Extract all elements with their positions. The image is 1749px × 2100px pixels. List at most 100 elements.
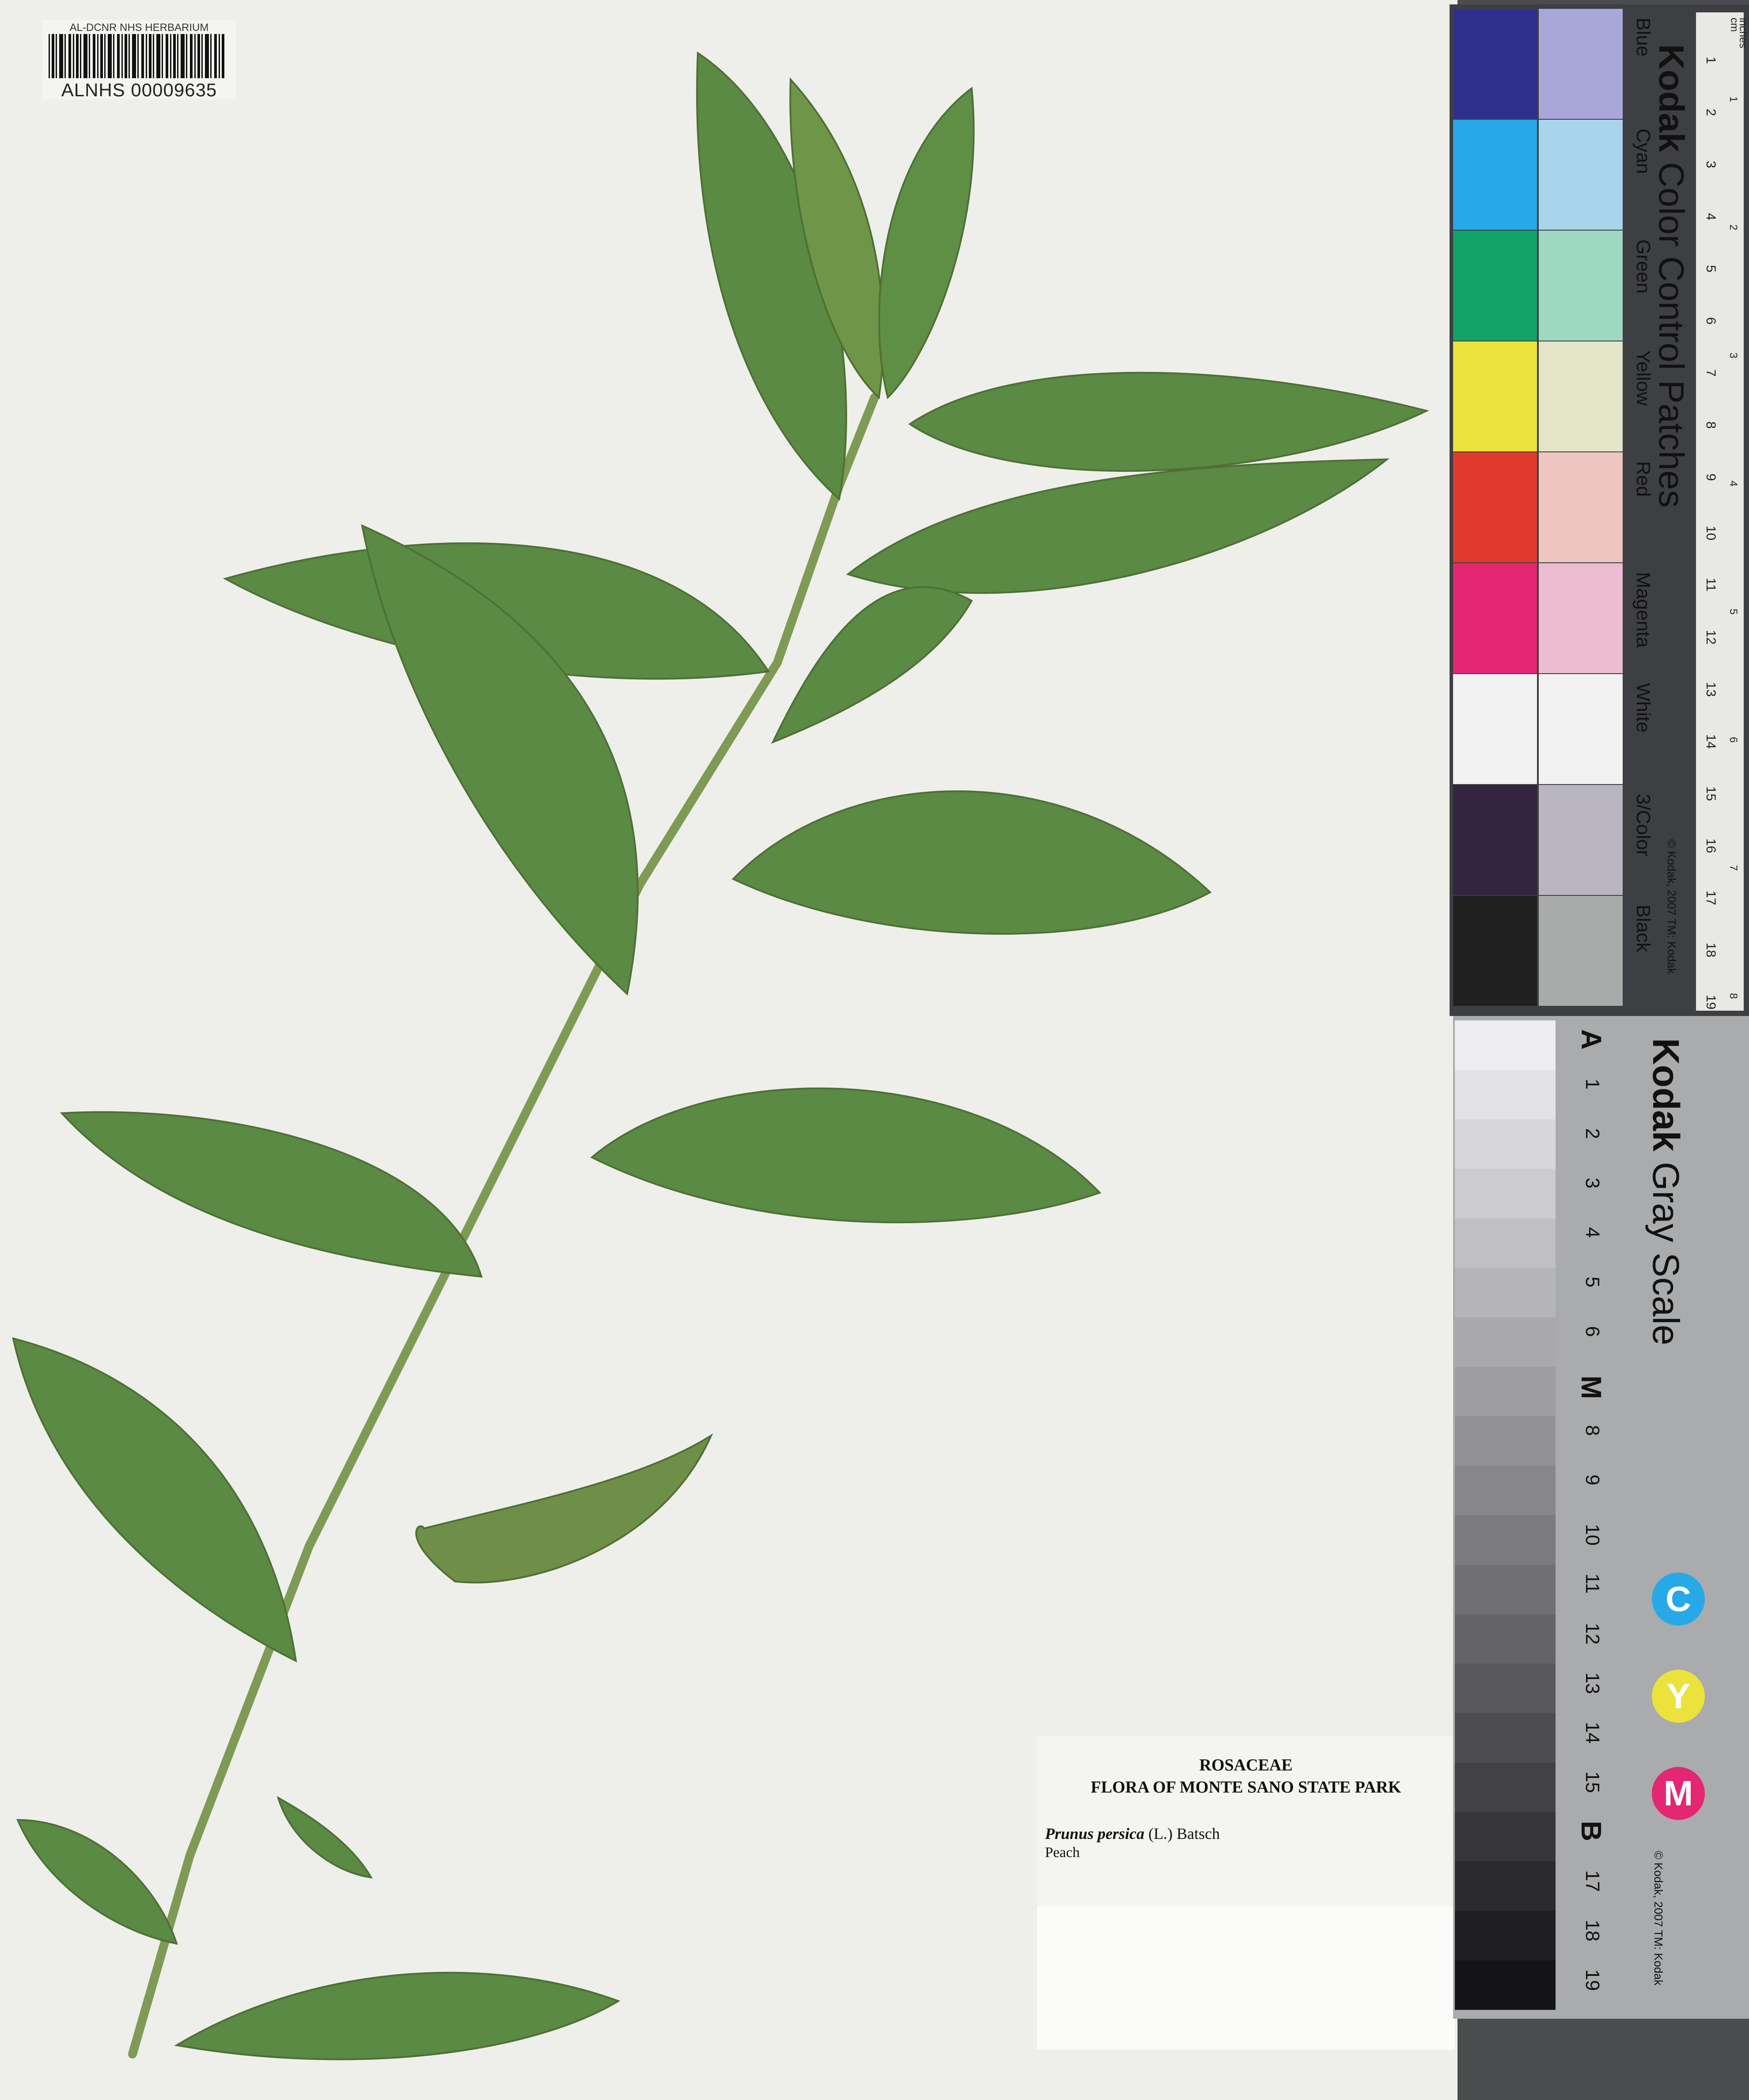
color-patch-tint xyxy=(1539,785,1623,895)
ruler-inch-number: 4 xyxy=(1727,481,1739,487)
gray-card-brand: Kodak xyxy=(1645,1038,1687,1152)
ruler-inch-number: 6 xyxy=(1727,737,1739,743)
color-patch xyxy=(1453,452,1537,562)
gray-step xyxy=(1455,1515,1556,1565)
ruler-cm-number: 18 xyxy=(1704,943,1718,958)
color-patch xyxy=(1453,9,1537,119)
gray-step-label: M xyxy=(1575,1376,1607,1399)
gray-step xyxy=(1455,1268,1556,1317)
color-patch xyxy=(1453,341,1537,451)
gray-step-label: 4 xyxy=(1582,1227,1603,1238)
leaf xyxy=(908,371,1429,472)
gray-step xyxy=(1455,1713,1556,1763)
taxon-name: Prunus persica (L.) Batsch xyxy=(1045,1824,1220,1843)
ruler-cm-number: 3 xyxy=(1704,161,1718,168)
ruler-cm-number: 13 xyxy=(1704,682,1718,697)
ruler-cm-number: 2 xyxy=(1704,109,1718,116)
gray-step xyxy=(1455,1317,1556,1367)
ruler-cm-number: 8 xyxy=(1704,421,1718,429)
cym-dot: C xyxy=(1652,1573,1705,1626)
leaf xyxy=(846,458,1389,594)
gray-step xyxy=(1455,1812,1556,1861)
leaf xyxy=(731,790,1212,935)
color-patch-label: Black xyxy=(1632,905,1654,952)
ruler-cm-number: 9 xyxy=(1704,474,1718,481)
gray-step xyxy=(1455,1664,1556,1713)
ruler-cm-number: 6 xyxy=(1704,317,1718,325)
color-patch xyxy=(1453,120,1537,230)
barcode-institution: AL-DCNR NHS HERBARIUM xyxy=(69,22,209,34)
gray-step xyxy=(1455,1367,1556,1416)
ruler-cm-number: 14 xyxy=(1704,734,1718,749)
gray-step-label: 8 xyxy=(1582,1425,1603,1436)
ruler-cm-number: 1 xyxy=(1704,57,1718,64)
color-patch-tint xyxy=(1539,120,1623,230)
ruler-inch-number: 1 xyxy=(1727,96,1739,102)
color-card-title: Kodak Color Control Patches xyxy=(1651,44,1692,508)
color-patch-label: 3/Color xyxy=(1632,794,1654,857)
color-patch xyxy=(1453,785,1537,895)
gray-step xyxy=(1455,1960,1556,2010)
barcode-number: ALNHS 00009635 xyxy=(61,80,217,100)
gray-step-label: 6 xyxy=(1582,1326,1603,1337)
color-patch-tint xyxy=(1539,563,1623,673)
leaf xyxy=(771,586,973,744)
color-patch-tint xyxy=(1539,896,1623,1006)
family-name: ROSACEAE xyxy=(1199,1756,1293,1774)
gray-step-label: 5 xyxy=(1582,1277,1603,1288)
gray-step-label: 2 xyxy=(1582,1128,1603,1139)
cym-dot: Y xyxy=(1652,1670,1705,1723)
ruler-cm-number: 17 xyxy=(1704,891,1718,906)
label-header-area: ROSACEAE FLORA OF MONTE SANO STATE PARK … xyxy=(1037,1736,1455,1906)
leaf xyxy=(415,1433,713,1584)
gray-step-label: 10 xyxy=(1582,1524,1603,1546)
gray-step-label: 12 xyxy=(1582,1623,1603,1645)
gray-step xyxy=(1455,1169,1556,1218)
gray-step xyxy=(1455,1861,1556,1911)
gray-step-label: 18 xyxy=(1582,1920,1603,1941)
leaf xyxy=(276,1796,373,1879)
ruler-inch-number: 7 xyxy=(1727,865,1739,871)
color-patch-tint xyxy=(1539,341,1623,451)
gray-step xyxy=(1455,1466,1556,1515)
barcode-icon xyxy=(49,34,224,78)
gray-step xyxy=(1455,1070,1556,1119)
color-card-brand: Kodak xyxy=(1652,44,1691,152)
ruler: 1 2 3 4 5 6 7 8 9 10 11 12 13 14 15 16 17 18 19 1 2 3 4 5 6 7 8 xyxy=(1696,12,1744,1011)
gray-step xyxy=(1455,1911,1556,1960)
gray-step-label: 17 xyxy=(1582,1870,1603,1892)
leaf xyxy=(12,1337,297,1663)
color-patch-tint xyxy=(1539,452,1623,562)
genus-species: Prunus persica xyxy=(1045,1825,1145,1842)
ruler-inch-number: 5 xyxy=(1727,609,1739,615)
ruler-cm-number: 7 xyxy=(1704,369,1718,377)
leaf xyxy=(174,1971,621,2060)
gray-step-label: 14 xyxy=(1582,1722,1603,1744)
ruler-cm-number: 11 xyxy=(1704,578,1718,592)
gray-step xyxy=(1455,1020,1556,1070)
gray-card-copyright: © Kodak, 2007 TM: Kodak xyxy=(1652,1851,1665,1986)
color-patch xyxy=(1453,231,1537,341)
flora-title: FLORA OF MONTE SANO STATE PARK xyxy=(1090,1778,1401,1797)
color-patch-tint xyxy=(1539,9,1623,119)
ruler-inch-number: 8 xyxy=(1727,993,1739,999)
gray-step-label: 19 xyxy=(1582,1969,1603,1991)
ruler-cm-number: 4 xyxy=(1704,213,1718,220)
gray-step xyxy=(1455,1763,1556,1812)
gray-step-label: B xyxy=(1575,1821,1607,1842)
taxon-authority: (L.) Batsch xyxy=(1148,1825,1220,1842)
color-patch xyxy=(1453,674,1537,784)
color-patch-label: White xyxy=(1632,683,1654,733)
leaf xyxy=(60,1111,483,1278)
leaf xyxy=(590,1087,1102,1224)
gray-step-label: A xyxy=(1575,1029,1607,1050)
gray-step-label: 1 xyxy=(1582,1079,1603,1090)
leaf xyxy=(16,1819,178,1945)
color-patch xyxy=(1453,563,1537,673)
gray-step xyxy=(1455,1416,1556,1466)
gray-step xyxy=(1455,1614,1556,1664)
barcode-label: AL-DCNR NHS HERBARIUM ALNHS 00009635 xyxy=(42,20,236,100)
color-card-title-text: Color Control Patches xyxy=(1652,162,1691,508)
specimen-label: ROSACEAE FLORA OF MONTE SANO STATE PARK … xyxy=(1037,1736,1455,2050)
gray-step-label: 9 xyxy=(1582,1475,1603,1486)
